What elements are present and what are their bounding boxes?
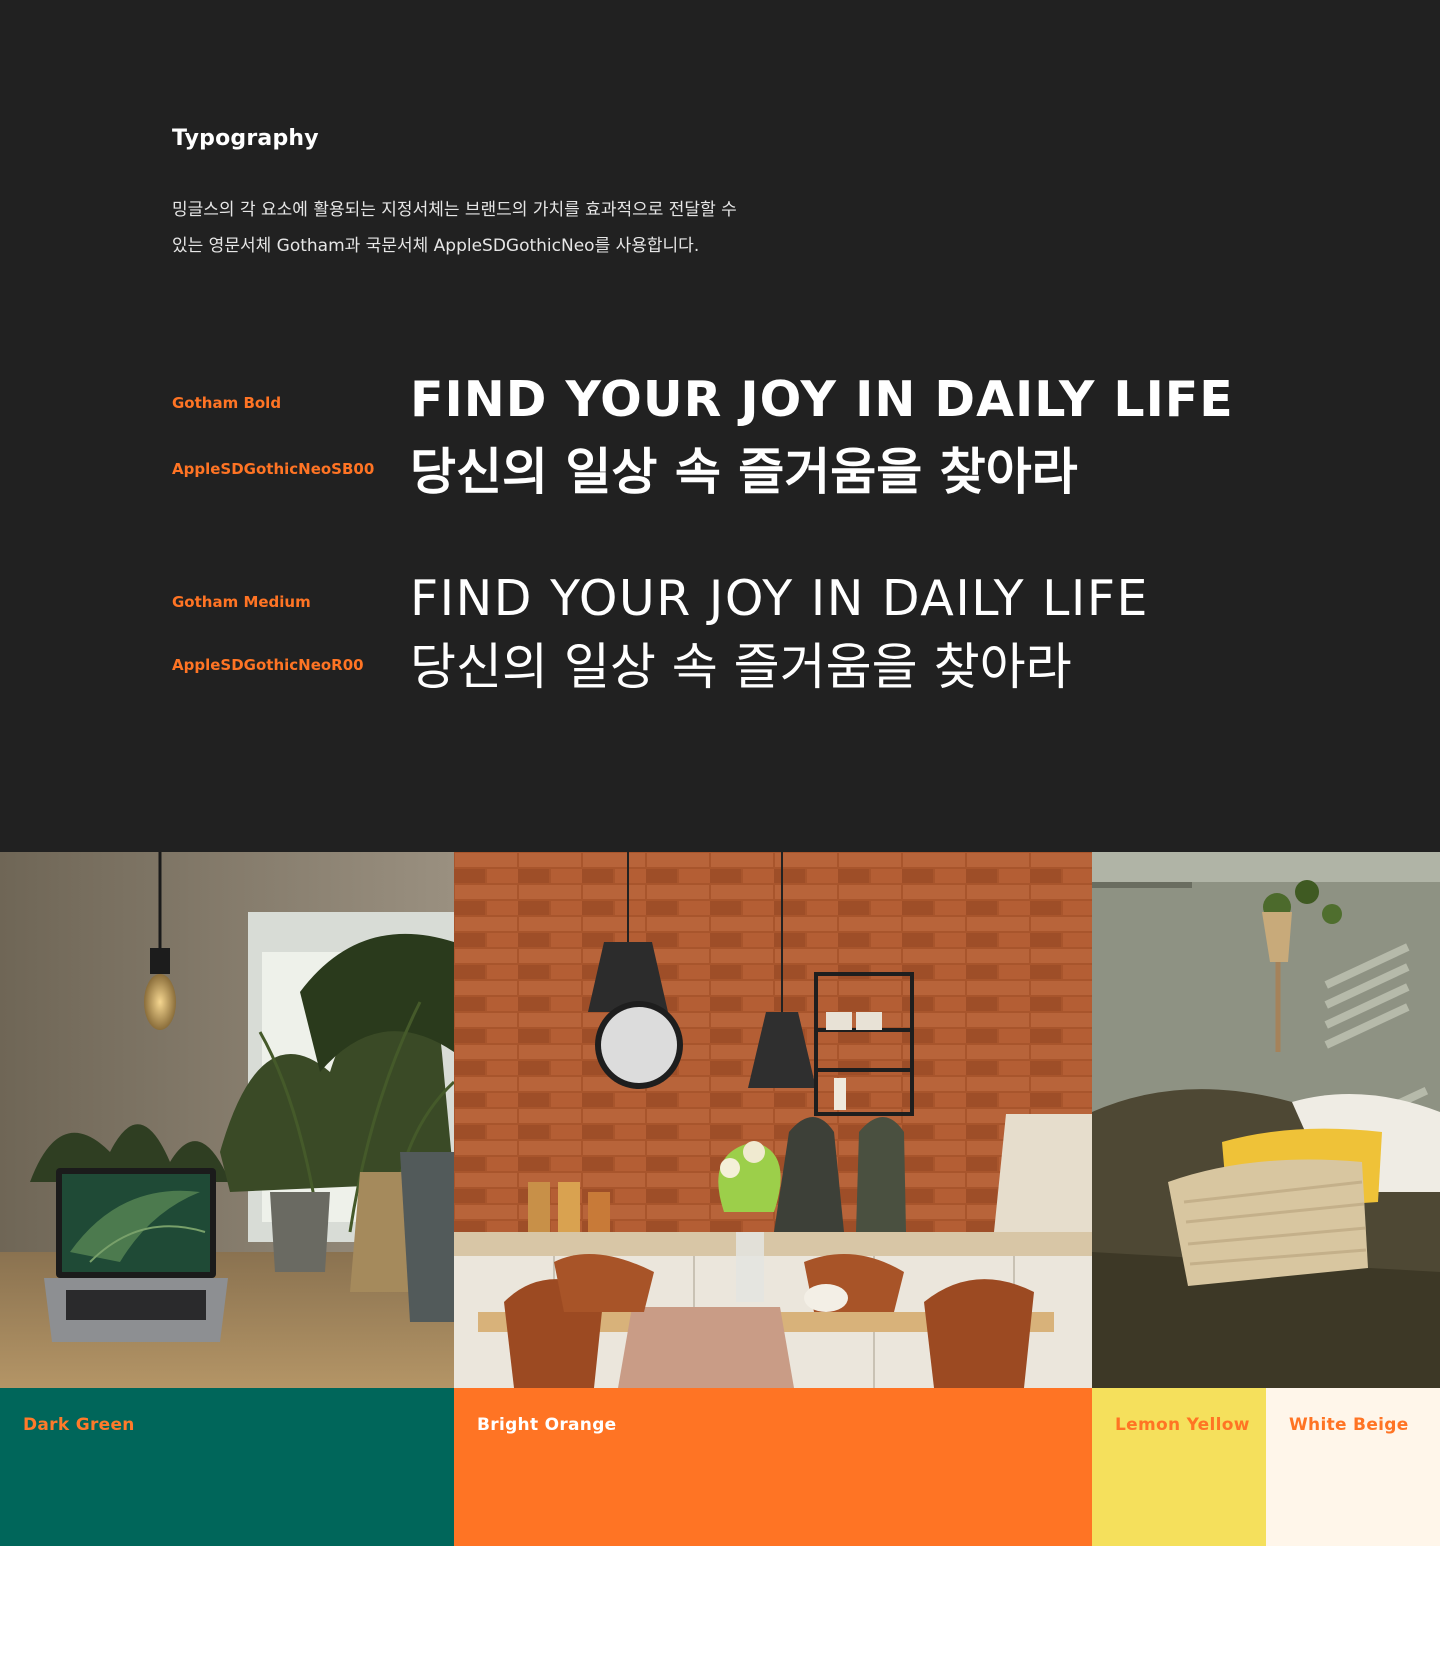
swatch-bright-orange: Bright Orange xyxy=(454,1388,1092,1546)
font-name-gotham-medium: Gotham Medium xyxy=(172,593,311,611)
swatch-label: Lemon Yellow xyxy=(1115,1415,1250,1435)
font-name-gotham-bold: Gotham Bold xyxy=(172,394,282,412)
specimen-english-medium: FIND YOUR JOY IN DAILY LIFE xyxy=(410,570,1149,627)
font-name-korean-semibold: AppleSDGothicNeoSB00 xyxy=(172,460,375,478)
swatch-label: Dark Green xyxy=(23,1415,135,1435)
specimen-korean-semibold: 당신의 일상 속 즐거움을 찾아라 xyxy=(410,443,1078,501)
section-heading: Typography xyxy=(172,126,319,151)
photo-brick-kitchen xyxy=(454,852,1092,1388)
swatch-lemon-yellow: Lemon Yellow xyxy=(1092,1388,1266,1546)
swatch-white-beige: White Beige xyxy=(1266,1388,1440,1546)
description-line: 밍글스의 각 요소에 활용되는 지정서체는 브랜드의 가치를 효과적으로 전달할… xyxy=(172,200,737,220)
font-name-korean-regular: AppleSDGothicNeoR00 xyxy=(172,656,364,674)
photo-sofa-cushions xyxy=(1092,852,1440,1388)
specimen-korean-regular: 당신의 일상 속 즐거움을 찾아라 xyxy=(410,638,1072,696)
specimen-english-bold: FIND YOUR JOY IN DAILY LIFE xyxy=(410,371,1234,428)
swatch-label: Bright Orange xyxy=(477,1415,617,1435)
swatch-label: White Beige xyxy=(1289,1415,1409,1435)
swatch-dark-green: Dark Green xyxy=(0,1388,454,1546)
description-line: 있는 영문서체 Gotham과 국문서체 AppleSDGothicNeo를 사… xyxy=(172,236,700,256)
section-description: 밍글스의 각 요소에 활용되는 지정서체는 브랜드의 가치를 효과적으로 전달할… xyxy=(172,192,812,264)
photo-laptop-plants xyxy=(0,852,454,1388)
